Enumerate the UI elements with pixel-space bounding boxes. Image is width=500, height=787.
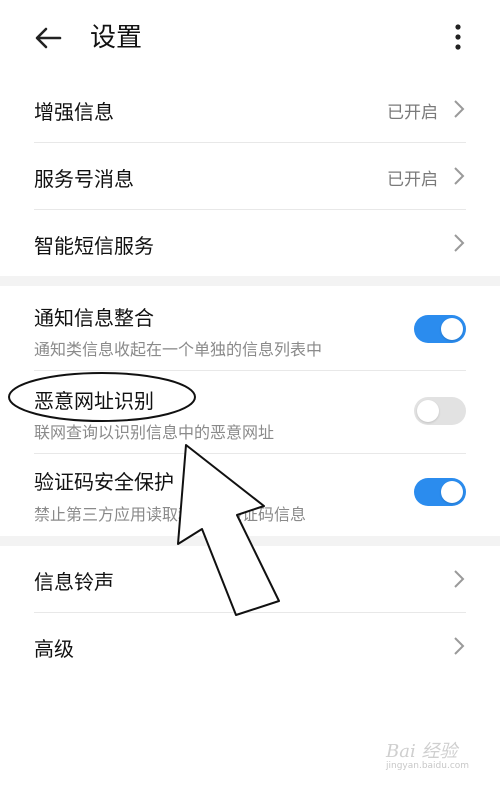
settings-item-ringtone[interactable]: 信息铃声 <box>0 546 500 612</box>
settings-item-verification-code-protection[interactable]: 验证码安全保护 禁止第三方应用读取和使用验证码信息 <box>0 454 500 536</box>
settings-item-label: 验证码安全保护 <box>34 470 174 494</box>
settings-item-label: 高级 <box>34 637 74 661</box>
settings-item-description: 联网查询以识别信息中的恶意网址 <box>34 423 275 442</box>
settings-item-label: 信息铃声 <box>34 570 114 594</box>
watermark-url: jingyan.baidu.com <box>386 761 470 771</box>
settings-item-enhanced-info[interactable]: 增强信息 已开启 <box>0 76 500 142</box>
chevron-right-icon <box>454 100 465 118</box>
toggle-switch[interactable] <box>414 397 466 425</box>
settings-item-label: 恶意网址识别 <box>34 389 154 413</box>
watermark-brand: Bai 经验 <box>386 741 458 762</box>
chevron-right-icon <box>454 570 465 588</box>
settings-item-smart-sms[interactable]: 智能短信服务 <box>0 210 500 276</box>
chevron-right-icon <box>454 234 465 252</box>
toggle-switch[interactable] <box>414 478 466 506</box>
settings-item-notification-merge[interactable]: 通知信息整合 通知类信息收起在一个单独的信息列表中 <box>0 286 500 370</box>
toggle-knob <box>441 481 463 503</box>
settings-item-label: 增强信息 <box>34 100 114 124</box>
settings-item-label: 服务号消息 <box>34 167 134 191</box>
status-value: 已开启 <box>387 103 438 123</box>
page-title: 设置 <box>90 23 143 53</box>
settings-item-malicious-url[interactable]: 恶意网址识别 联网查询以识别信息中的恶意网址 <box>0 371 500 453</box>
chevron-right-icon <box>454 637 465 655</box>
settings-item-advanced[interactable]: 高级 <box>0 613 500 679</box>
settings-item-service-messages[interactable]: 服务号消息 已开启 <box>0 143 500 209</box>
status-value: 已开启 <box>387 170 438 190</box>
toggle-switch[interactable] <box>414 315 466 343</box>
settings-item-label: 智能短信服务 <box>34 234 154 258</box>
settings-item-description: 通知类信息收起在一个单独的信息列表中 <box>34 340 323 359</box>
section-gap <box>0 276 500 286</box>
arrow-left-icon[interactable] <box>30 20 66 56</box>
section-gap <box>0 536 500 546</box>
watermark: Bai 经验 jingyan.baidu.com <box>382 735 492 775</box>
app-header: 设置 <box>0 0 500 76</box>
chevron-right-icon <box>454 167 465 185</box>
toggle-knob <box>441 318 463 340</box>
more-vertical-icon[interactable] <box>440 20 476 56</box>
settings-item-label: 通知信息整合 <box>34 306 154 330</box>
settings-item-description: 禁止第三方应用读取和使用验证码信息 <box>34 505 307 524</box>
toggle-knob <box>417 400 439 422</box>
